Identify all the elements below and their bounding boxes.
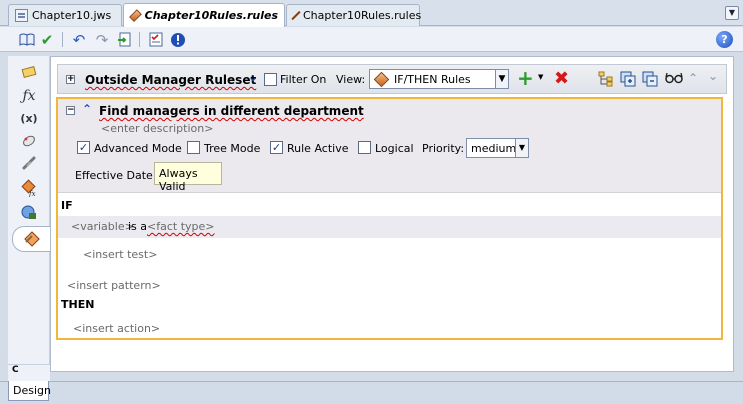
- rulesets-icon[interactable]: [12, 226, 50, 252]
- chevron-down-icon[interactable]: ▼: [495, 70, 508, 88]
- status-bar: [0, 381, 743, 404]
- tab-list-dropdown-icon[interactable]: ▼: [725, 6, 739, 20]
- move-up-icon[interactable]: ⌃: [688, 71, 698, 85]
- ruleset-header: + Outside Manager Ruleset ⌄ Filter On Vi…: [57, 64, 727, 94]
- toolbar-separator: [62, 32, 63, 47]
- rules-diamond-icon: [129, 9, 142, 22]
- undo-icon[interactable]: ↶: [70, 31, 88, 49]
- dictionary-book-icon[interactable]: [18, 31, 36, 48]
- rule-panel: − ⌃ Find managers in different departmen…: [56, 97, 723, 340]
- tree-mode-checkbox[interactable]: [187, 141, 200, 154]
- rule-collapse-chevron-icon[interactable]: ⌃: [82, 102, 92, 116]
- translation-icon[interactable]: [18, 202, 40, 222]
- rule-active-checkbox[interactable]: ✓: [270, 141, 283, 154]
- insert-test-placeholder[interactable]: <insert test>: [83, 248, 157, 261]
- effective-date-label: Effective Date:: [75, 169, 157, 182]
- right-panel-edge: [734, 56, 743, 372]
- export-icon[interactable]: [115, 31, 133, 48]
- rule-header: − ⌃ Find managers in different departmen…: [58, 99, 721, 193]
- workspace-icon: [15, 9, 28, 22]
- validate-check-icon[interactable]: ✔: [38, 31, 56, 49]
- then-label: THEN: [61, 298, 95, 311]
- add-menu-chevron-icon[interactable]: ▼: [538, 73, 543, 81]
- glasses-find-icon[interactable]: [665, 72, 683, 87]
- filter-on-checkbox[interactable]: [264, 73, 277, 86]
- advanced-mode-checkbox[interactable]: ✓: [77, 141, 90, 154]
- functions-icon[interactable]: ƒx: [18, 86, 40, 106]
- tab-chapter10-jws[interactable]: Chapter10.jws: [8, 4, 122, 26]
- effective-date-field[interactable]: Always Valid: [154, 162, 222, 193]
- insert-pattern-placeholder[interactable]: <insert pattern>: [67, 279, 161, 292]
- collapse-all-chevron-icon[interactable]: ⌄: [248, 70, 258, 84]
- logical-checkbox[interactable]: [358, 141, 371, 154]
- rule-active-label: Rule Active: [287, 142, 349, 155]
- tab-label: Chapter10Rules.rules: [144, 9, 278, 22]
- facts-icon[interactable]: [18, 62, 40, 82]
- if-label: IF: [61, 199, 73, 212]
- view-select-value: IF/THEN Rules: [394, 72, 471, 86]
- insert-action-placeholder[interactable]: <insert action>: [73, 322, 160, 335]
- links-icon[interactable]: [18, 154, 40, 174]
- priority-select[interactable]: medium ▼: [466, 138, 529, 158]
- tab-chapter10rules-active[interactable]: Chapter10Rules.rules: [123, 3, 285, 27]
- ruleset-name[interactable]: Outside Manager Ruleset: [85, 73, 256, 87]
- editor-tab-bar: Chapter10.jws Chapter10Rules.rules Chapt…: [0, 0, 743, 27]
- design-tab[interactable]: Design: [8, 381, 51, 401]
- ruleset-collapse-icon[interactable]: +: [66, 75, 75, 84]
- priority-label: Priority:: [422, 142, 465, 155]
- collapse-all-icon[interactable]: [642, 71, 659, 90]
- add-rule-icon[interactable]: +: [517, 67, 534, 89]
- tab-chapter10rules[interactable]: Chapter10Rules.rules: [286, 4, 422, 26]
- tab-label: Chapter10.jws: [32, 9, 112, 22]
- rules-diamond-icon: [291, 10, 301, 21]
- toolbar-separator: [139, 32, 140, 47]
- decision-functions-icon[interactable]: fx: [18, 178, 40, 198]
- chevron-down-icon[interactable]: ▼: [515, 139, 528, 157]
- expand-all-icon[interactable]: [620, 71, 637, 90]
- filter-on-label: Filter On: [280, 73, 327, 86]
- bottom-left-label: C: [8, 364, 50, 381]
- help-icon[interactable]: ?: [716, 31, 733, 48]
- tree-mode-label: Tree Mode: [204, 142, 261, 155]
- rule-description[interactable]: <enter description>: [101, 122, 213, 135]
- rule-collapse-icon[interactable]: −: [66, 106, 75, 115]
- priority-select-value: medium: [471, 141, 517, 155]
- info-icon[interactable]: [169, 31, 187, 48]
- rule-title[interactable]: Find managers in different department: [99, 104, 364, 118]
- pattern-row: <variable> is a <fact type>: [58, 216, 721, 238]
- rules-diamond-icon: [373, 71, 390, 87]
- left-navigation-strip: ƒx (x) fx: [8, 56, 50, 372]
- fact-type-placeholder[interactable]: <fact type>: [147, 220, 214, 233]
- main-toolbar: ✔ ↶ ↷ ?: [0, 27, 743, 52]
- tree-view-icon[interactable]: [598, 71, 614, 90]
- redo-icon[interactable]: ↷: [93, 31, 111, 49]
- move-down-icon[interactable]: ⌄: [708, 69, 718, 83]
- advanced-mode-label: Advanced Mode: [94, 142, 182, 155]
- delete-rule-icon[interactable]: ✖: [554, 68, 569, 90]
- logical-label: Logical: [375, 142, 414, 155]
- checklist-icon[interactable]: [147, 31, 165, 48]
- view-select[interactable]: IF/THEN Rules ▼: [369, 69, 509, 89]
- bucketsets-icon[interactable]: [18, 131, 40, 151]
- tab-label: Chapter10Rules.rules: [303, 9, 422, 22]
- variable-placeholder[interactable]: <variable>: [71, 220, 134, 233]
- is-a-label: is a: [128, 220, 148, 233]
- svg-text:fx: fx: [28, 190, 36, 197]
- globals-icon[interactable]: (x): [18, 108, 40, 128]
- view-label: View:: [336, 73, 366, 86]
